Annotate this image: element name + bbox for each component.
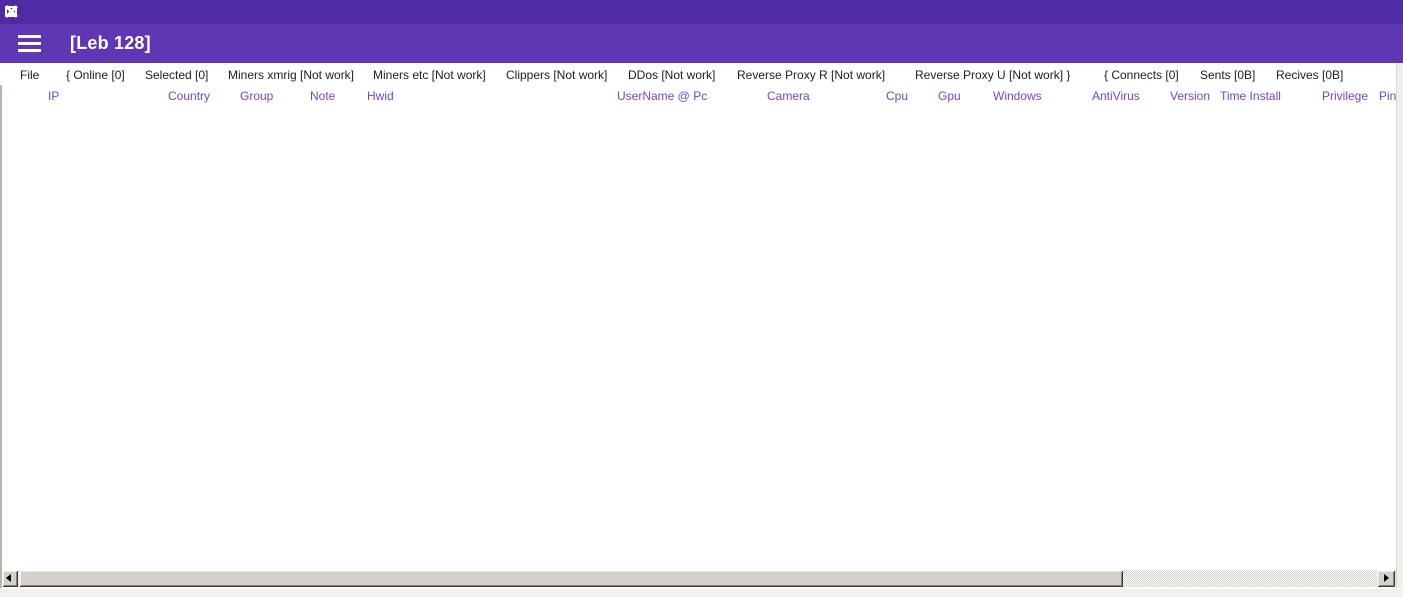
window-frame-top [0,0,1403,24]
menu-item-online[interactable]: { Online [0] [66,68,125,82]
app-window: [Leb 128] File { Online [0] Selected [0]… [0,0,1403,597]
list-left-border [0,85,2,588]
hamburger-icon [18,49,41,52]
menu-bar: File { Online [0] Selected [0] Miners xm… [0,63,1403,85]
right-edge-gutter [1396,63,1403,588]
menu-item-recives[interactable]: Recives [0B] [1276,68,1343,82]
menu-item-clippers[interactable]: Clippers [Not work] [506,68,607,82]
menu-item-sents[interactable]: Sents [0B] [1200,68,1255,82]
client-list-area[interactable] [2,105,1396,570]
menu-item-connects[interactable]: { Connects [0] [1104,68,1179,82]
column-header-row: IP Country Group Note Hwid UserName @ Pc… [0,85,1403,105]
column-header-ip[interactable]: IP [48,89,59,103]
column-header-hwid[interactable]: Hwid [367,89,394,103]
column-header-windows[interactable]: Windows [993,89,1042,103]
menu-item-selected[interactable]: Selected [0] [145,68,208,82]
menu-item-reverse-proxy-r[interactable]: Reverse Proxy R [Not work] [737,68,885,82]
menu-item-reverse-proxy-u[interactable]: Reverse Proxy U [Not work] } [915,68,1070,82]
menu-item-file[interactable]: File [20,68,39,82]
menu-item-ddos[interactable]: DDos [Not work] [628,68,715,82]
scroll-left-button[interactable] [2,570,18,587]
column-header-gpu[interactable]: Gpu [938,89,961,103]
window-title: [Leb 128] [70,24,151,63]
menu-item-miners-etc[interactable]: Miners etc [Not work] [373,68,486,82]
scroll-track[interactable] [1123,570,1377,587]
column-header-cpu[interactable]: Cpu [886,89,908,103]
column-header-note[interactable]: Note [310,89,335,103]
close-icon [5,5,18,18]
hamburger-menu-button[interactable] [18,35,41,52]
scroll-right-button[interactable] [1377,570,1395,587]
column-header-camera[interactable]: Camera [767,89,810,103]
column-header-privilege[interactable]: Privilege [1322,89,1368,103]
column-header-username-pc[interactable]: UserName @ Pc [617,89,707,103]
column-header-country[interactable]: Country [168,89,210,103]
scroll-thumb[interactable] [19,570,1123,587]
hamburger-icon [18,42,41,45]
title-bar: [Leb 128] [0,24,1403,63]
status-bar [0,588,1403,597]
close-button[interactable] [0,0,22,24]
column-header-antivirus[interactable]: AntiVirus [1092,89,1140,103]
arrow-right-icon [1384,574,1389,582]
menu-item-miners-xmrig[interactable]: Miners xmrig [Not work] [228,68,354,82]
column-header-time-install[interactable]: Time Install [1220,89,1281,103]
column-header-group[interactable]: Group [240,89,273,103]
arrow-left-icon [6,574,11,582]
column-header-version[interactable]: Version [1170,89,1210,103]
hamburger-icon [18,35,41,38]
